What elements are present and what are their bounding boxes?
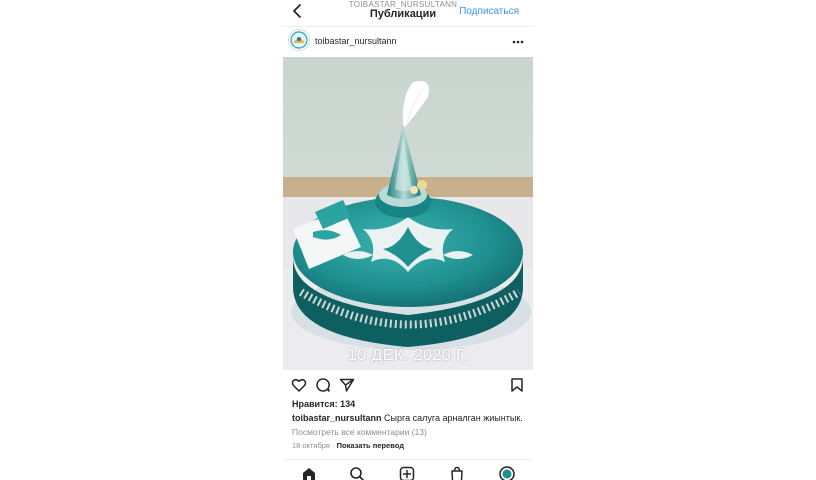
nav-search[interactable] <box>349 466 365 480</box>
meta-separator: · <box>332 441 335 450</box>
action-bar <box>283 374 533 396</box>
search-icon <box>350 467 365 480</box>
profile-icon <box>499 466 515 480</box>
caption-text: Сырга салуга арналган жиынтык. <box>384 413 523 423</box>
like-button[interactable] <box>291 377 307 393</box>
more-options-button[interactable] <box>511 34 525 44</box>
avatar-logo-icon <box>290 31 308 49</box>
bottom-navigation <box>283 462 533 480</box>
send-icon <box>339 378 355 392</box>
post-meta: 18 октября · Показать перевод <box>292 441 404 450</box>
post-username[interactable]: toibastar_nursultann <box>315 36 397 46</box>
add-post-icon <box>399 466 415 480</box>
share-button[interactable] <box>339 377 355 393</box>
page-title: Публикации <box>369 8 437 20</box>
nav-home[interactable] <box>301 466 317 480</box>
more-horizontal-icon <box>512 40 524 44</box>
top-bar: TOIBASTAR_NURSULTANN Публикации Подписат… <box>283 0 533 26</box>
comment-icon <box>316 378 330 392</box>
post-caption: toibastar_nursultann Сырга салуга арналг… <box>292 413 523 423</box>
photo-date-overlay: 10 ДЕК. 2020 Г. <box>347 347 469 364</box>
heart-icon <box>291 378 307 392</box>
divider <box>283 459 533 460</box>
translate-link[interactable]: Показать перевод <box>337 441 404 450</box>
nav-new-post[interactable] <box>399 466 415 480</box>
nav-shop[interactable] <box>449 466 465 480</box>
bookmark-icon <box>511 378 523 392</box>
likes-count[interactable]: Нравится: 134 <box>292 399 355 409</box>
follow-button[interactable]: Подписаться <box>459 6 519 17</box>
back-button[interactable] <box>289 2 305 20</box>
divider <box>283 26 533 27</box>
post-header: toibastar_nursultann <box>283 28 533 56</box>
instagram-post-screen: TOIBASTAR_NURSULTANN Публикации Подписат… <box>283 0 533 480</box>
home-icon <box>303 468 315 480</box>
comment-button[interactable] <box>315 377 331 393</box>
nav-profile[interactable] <box>499 466 515 480</box>
caption-username[interactable]: toibastar_nursultann <box>292 413 382 423</box>
photo-image <box>283 57 533 370</box>
avatar[interactable] <box>288 29 310 51</box>
post-photo[interactable]: 10 ДЕК. 2020 Г. <box>283 57 533 370</box>
chevron-left-icon <box>293 4 301 18</box>
shop-icon <box>451 466 463 480</box>
save-button[interactable] <box>509 377 525 393</box>
post-date: 18 октября <box>292 441 330 450</box>
view-comments-link[interactable]: Посмотреть все комментарии (13) <box>292 427 427 437</box>
